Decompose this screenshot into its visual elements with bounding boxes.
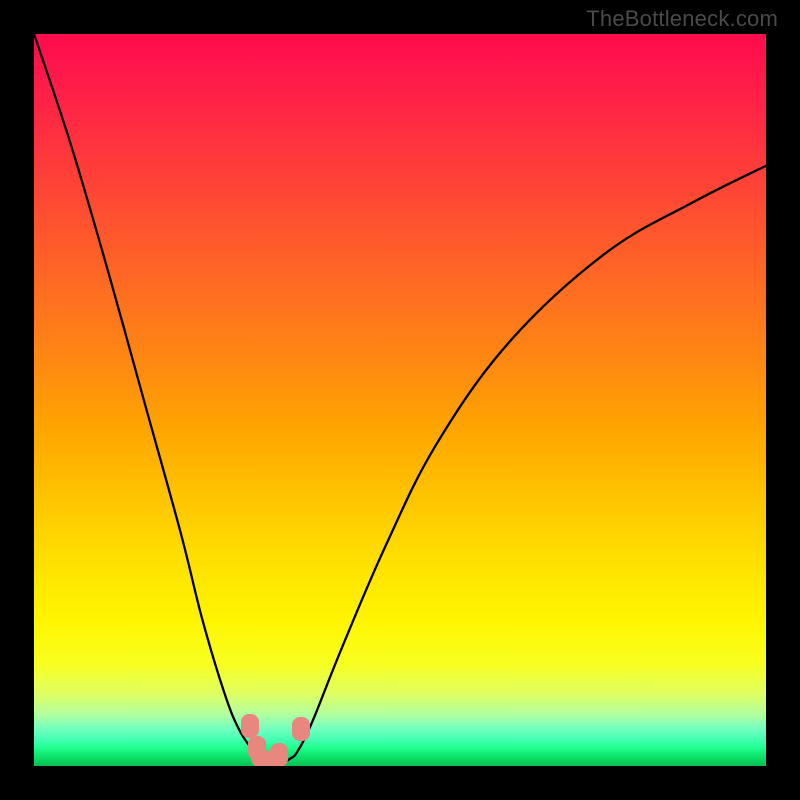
chart-frame: TheBottleneck.com (0, 0, 800, 800)
bump-connector (251, 751, 285, 766)
bump-left-upper (241, 714, 259, 738)
bump-right (292, 717, 310, 741)
bottleneck-curve (34, 34, 766, 763)
plot-area (34, 34, 766, 766)
curve-svg (34, 34, 766, 766)
watermark-text: TheBottleneck.com (586, 6, 778, 32)
